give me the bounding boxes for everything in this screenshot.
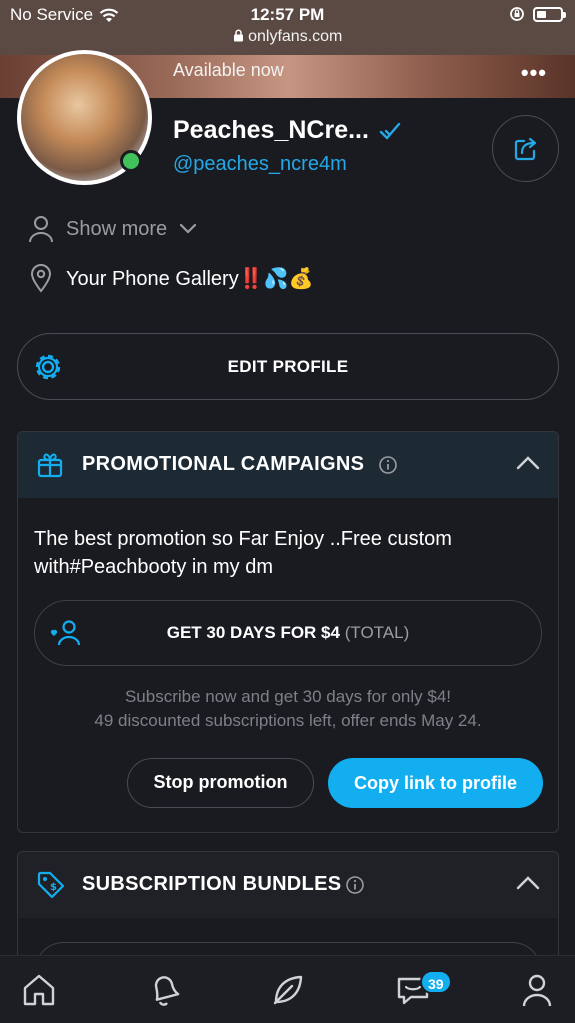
promotional-campaigns-header[interactable]: PROMOTIONAL CAMPAIGNS [18,432,558,498]
messages-badge: 39 [420,970,452,994]
edit-profile-button[interactable]: EDIT PROFILE [17,333,559,400]
svg-text:$: $ [50,882,57,893]
gift-icon [37,453,63,478]
subscription-bundles-header[interactable]: $ SUBSCRIPTION BUNDLES [18,852,558,918]
subscription-offer-button[interactable]: GET 30 DAYS FOR $4 (TOTAL) [34,600,542,666]
offer-label: GET 30 DAYS FOR $4 (TOTAL) [35,623,541,643]
home-icon[interactable] [21,972,57,1008]
chevron-down-icon [180,223,197,234]
location-text: Your Phone Gallery‼️💦💰 [66,267,314,290]
bottom-navigation: 39 [0,955,575,1023]
lock-icon [233,29,243,42]
price-tag-icon: $ [37,871,65,899]
address-bar[interactable]: onlyfans.com [0,28,575,46]
offer-details: Subscribe now and get 30 days for only $… [18,685,558,733]
show-more-toggle[interactable]: Show more [28,215,197,243]
offer-main-label: GET 30 DAYS FOR $4 [166,623,340,642]
display-name: Peaches_NCre... [173,116,369,144]
offer-line-1: Subscribe now and get 30 days for only $… [124,687,452,706]
stop-promotion-button[interactable]: Stop promotion [127,758,314,808]
copy-link-button[interactable]: Copy link to profile [328,758,543,808]
location-row: Your Phone Gallery‼️💦💰 [30,263,313,293]
verified-check-icon [379,122,401,139]
user-icon [29,216,53,243]
show-more-label: Show more [66,217,168,240]
promotion-description: The best promotion so Far Enjoy ..Free c… [34,528,452,578]
chevron-up-icon[interactable] [516,875,540,891]
browser-status-bar: No Service 12:57 PM onlyfans.com [0,0,575,55]
info-icon[interactable] [378,455,398,475]
more-options-icon[interactable]: ••• [521,60,547,86]
promotional-campaigns-card: PROMOTIONAL CAMPAIGNS The best promotion… [17,431,559,833]
clock: 12:57 PM [250,5,325,24]
profile-icon[interactable] [519,972,555,1008]
battery-icon [533,6,566,22]
info-icon[interactable] [345,875,365,895]
notifications-icon[interactable] [146,972,182,1008]
share-button[interactable] [492,115,559,182]
chevron-up-icon[interactable] [516,455,540,471]
availability-label: Available now [173,60,284,80]
profile-name-row: Peaches_NCre... [173,116,401,145]
url-text: onlyfans.com [248,28,343,45]
online-status-dot [120,150,142,172]
promotional-campaigns-title: PROMOTIONAL CAMPAIGNS [82,453,365,475]
edit-profile-label: EDIT PROFILE [227,357,349,376]
location-pin-icon [30,264,52,293]
offer-suffix: (TOTAL) [344,623,410,642]
offer-line-2: 49 discounted subscriptions left, offer … [94,711,482,730]
subscription-bundles-title: SUBSCRIPTION BUNDLES [82,873,342,895]
username[interactable]: @peaches_ncre4m [173,153,347,176]
status-icons [509,6,566,22]
share-icon [514,137,536,160]
feed-icon[interactable] [270,972,306,1008]
orientation-lock-icon [510,7,524,21]
